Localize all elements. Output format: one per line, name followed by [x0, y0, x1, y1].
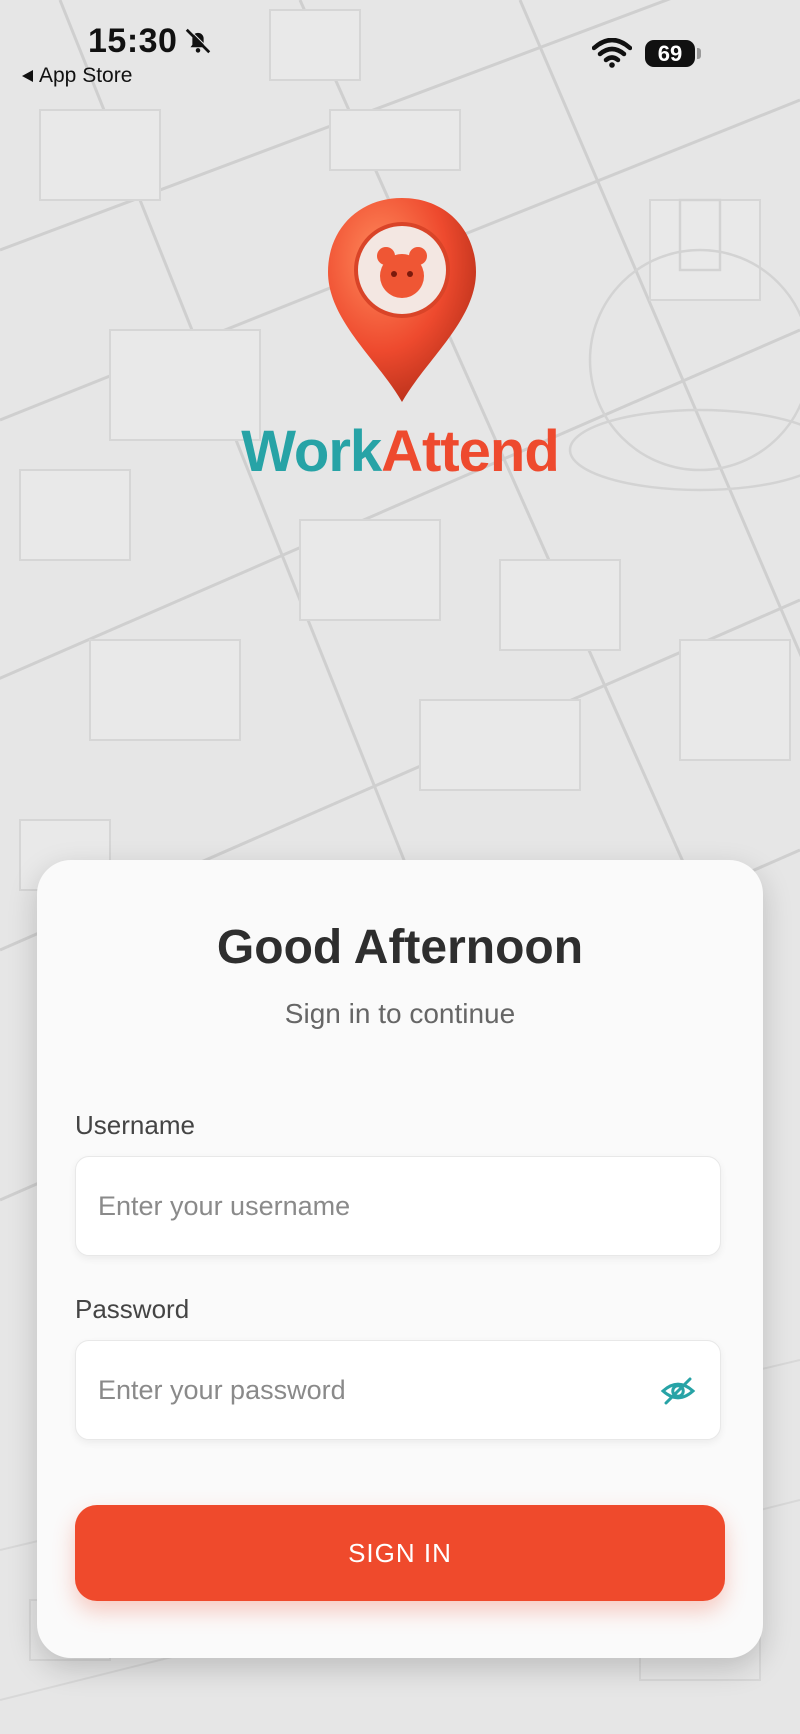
- username-label: Username: [75, 1110, 195, 1140]
- password-field: [75, 1340, 721, 1440]
- username-field: [75, 1156, 721, 1256]
- password-input[interactable]: [76, 1341, 720, 1439]
- back-app-label: App Store: [39, 64, 133, 87]
- signin-subtitle: Sign in to continue: [284, 998, 516, 1029]
- back-arrow-icon: [22, 70, 33, 82]
- status-bar: 15:30 App Store 69: [0, 0, 800, 100]
- brand-name-work: Work: [241, 419, 382, 484]
- battery-cap: [697, 48, 701, 59]
- brand-name-attend: Attend: [381, 419, 560, 484]
- status-time: 15:30: [88, 22, 178, 60]
- username-input[interactable]: [76, 1157, 720, 1255]
- back-to-app-store[interactable]: App Store: [22, 64, 132, 88]
- login-card: Good Afternoon Sign in to continue Usern…: [37, 860, 763, 1658]
- sign-in-button[interactable]: SIGN IN: [75, 1505, 725, 1601]
- bell-off-icon: [185, 27, 212, 54]
- password-label: Password: [75, 1294, 190, 1324]
- greeting-title: Good Afternoon: [216, 921, 584, 974]
- brand-wordmark: WorkAttend: [0, 418, 800, 485]
- wifi-icon: [592, 38, 632, 68]
- eye-off-icon[interactable]: [660, 1373, 696, 1409]
- battery-icon: 69: [645, 40, 695, 67]
- location-pin-logo-icon: [328, 198, 476, 402]
